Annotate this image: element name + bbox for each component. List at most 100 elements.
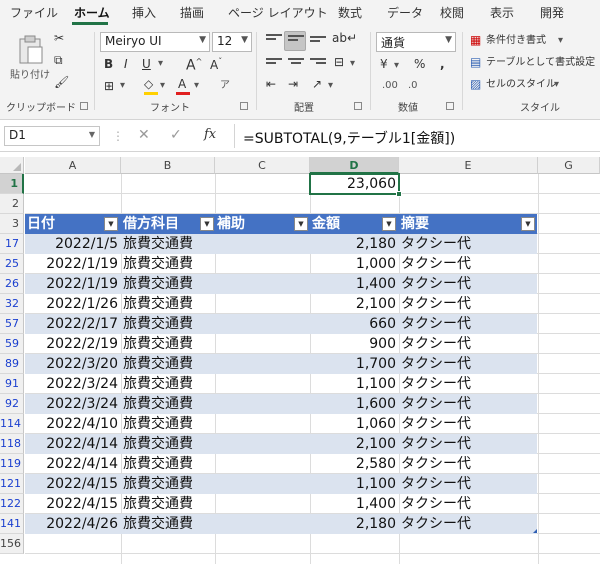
cell-account[interactable]: 旅費交通費 <box>121 294 215 314</box>
cell-sub[interactable] <box>215 234 310 254</box>
cell-styles-button[interactable]: ▨ セルのスタイル ▾ <box>470 76 598 94</box>
cell-account[interactable]: 旅費交通費 <box>121 434 215 454</box>
filter-dropdown-icon[interactable]: ▼ <box>382 217 396 231</box>
merge-icon[interactable]: ⊟ <box>334 54 344 70</box>
cell-description[interactable]: タクシー代 <box>399 434 537 454</box>
cell-sub[interactable] <box>215 374 310 394</box>
cell-date[interactable]: 2022/3/24 <box>25 374 121 394</box>
cell-amount[interactable]: 2,100 <box>310 434 399 454</box>
menu-page-layout[interactable]: ページ レイアウト <box>228 4 328 21</box>
fill-color-icon[interactable]: ◇ <box>144 76 153 92</box>
cell-description[interactable]: タクシー代 <box>399 334 537 354</box>
filter-dropdown-icon[interactable]: ▼ <box>294 217 308 231</box>
cell-amount[interactable]: 1,000 <box>310 254 399 274</box>
cell-amount[interactable]: 1,060 <box>310 414 399 434</box>
top-align-icon[interactable] <box>266 34 282 46</box>
copy-icon[interactable]: ⧉ <box>54 52 63 68</box>
cell-description[interactable]: タクシー代 <box>399 314 537 334</box>
row-header[interactable]: 2 <box>0 194 24 214</box>
cell-account[interactable]: 旅費交通費 <box>121 334 215 354</box>
row-header[interactable]: 3 <box>0 214 24 234</box>
font-color-icon[interactable]: A <box>178 76 186 92</box>
row-header[interactable]: 57 <box>0 314 24 334</box>
bottom-align-icon[interactable] <box>310 36 326 48</box>
cell-sub[interactable] <box>215 394 310 414</box>
font-name-dropdown[interactable]: Meiryo UI ▼ <box>100 32 210 52</box>
cell-sub[interactable] <box>215 254 310 274</box>
cell-sub[interactable] <box>215 494 310 514</box>
cell-account[interactable]: 旅費交通費 <box>121 254 215 274</box>
cell-amount[interactable]: 2,180 <box>310 234 399 254</box>
cell-account[interactable]: 旅費交通費 <box>121 234 215 254</box>
cell-date[interactable]: 2022/2/17 <box>25 314 121 334</box>
cell-description[interactable]: タクシー代 <box>399 254 537 274</box>
decrease-font-icon[interactable]: Aˇ <box>210 54 222 73</box>
middle-align-icon[interactable] <box>288 35 304 47</box>
cell-date[interactable]: 2022/1/5 <box>25 234 121 254</box>
align-right-icon[interactable] <box>310 58 326 70</box>
format-painter-icon[interactable]: 🖌 <box>54 74 69 90</box>
cell-description[interactable]: タクシー代 <box>399 494 537 514</box>
comma-style-icon[interactable]: , <box>440 56 445 72</box>
row-header[interactable]: 92 <box>0 394 24 414</box>
font-size-dropdown[interactable]: 12 ▼ <box>212 32 252 52</box>
row-header[interactable]: 26 <box>0 274 24 294</box>
cell-sub[interactable] <box>215 294 310 314</box>
menu-insert[interactable]: 挿入 <box>132 4 156 21</box>
alignment-launcher-icon[interactable] <box>354 102 362 110</box>
cell-amount[interactable]: 1,100 <box>310 474 399 494</box>
cell-sub[interactable] <box>215 514 310 534</box>
increase-indent-icon[interactable]: ⇥ <box>288 76 298 92</box>
orientation-icon[interactable]: ↗ <box>312 76 322 92</box>
cell-description[interactable]: タクシー代 <box>399 354 537 374</box>
row-header[interactable]: 32 <box>0 294 24 314</box>
cell-sub[interactable] <box>215 474 310 494</box>
cell-date[interactable]: 2022/4/10 <box>25 414 121 434</box>
cell-sub[interactable] <box>215 334 310 354</box>
filter-dropdown-icon[interactable]: ▼ <box>200 217 214 231</box>
cell-account[interactable]: 旅費交通費 <box>121 474 215 494</box>
cell-account[interactable]: 旅費交通費 <box>121 354 215 374</box>
cell-description[interactable]: タクシー代 <box>399 414 537 434</box>
align-center-icon[interactable] <box>288 58 304 70</box>
menu-home[interactable]: ホーム <box>74 4 110 21</box>
number-format-dropdown[interactable]: 通貨 ▼ <box>376 32 456 52</box>
filter-applied-icon[interactable]: ▼ <box>104 217 118 231</box>
cell-description[interactable]: タクシー代 <box>399 394 537 414</box>
cell-account[interactable]: 旅費交通費 <box>121 374 215 394</box>
cell-amount[interactable]: 1,400 <box>310 494 399 514</box>
cut-icon[interactable]: ✂ <box>54 30 64 46</box>
cell-amount[interactable]: 900 <box>310 334 399 354</box>
chevron-down-icon[interactable]: ▾ <box>158 56 163 72</box>
row-header[interactable]: 118 <box>0 434 24 454</box>
fill-handle[interactable] <box>396 191 402 197</box>
underline-button[interactable]: U <box>142 56 151 72</box>
cell-date[interactable]: 2022/1/19 <box>25 274 121 294</box>
cell-date[interactable]: 2022/3/24 <box>25 394 121 414</box>
chevron-down-icon[interactable]: ▾ <box>394 58 399 74</box>
cell-amount[interactable]: 2,580 <box>310 454 399 474</box>
column-header-b[interactable]: B <box>121 157 215 174</box>
chevron-down-icon[interactable]: ▾ <box>120 78 125 94</box>
row-header[interactable]: 59 <box>0 334 24 354</box>
chevron-down-icon[interactable]: ▾ <box>160 78 165 94</box>
column-header-g[interactable]: G <box>538 157 600 174</box>
cell-sub[interactable] <box>215 354 310 374</box>
paste-button[interactable]: 貼り付け <box>8 32 50 92</box>
cell-date[interactable]: 2022/4/15 <box>25 474 121 494</box>
formula-input[interactable]: =SUBTOTAL(9,テーブル1[金額]) <box>234 124 598 148</box>
menu-developer[interactable]: 開発 <box>540 4 564 21</box>
number-launcher-icon[interactable] <box>446 102 454 110</box>
row-header[interactable]: 1 <box>0 174 24 194</box>
insert-function-button[interactable]: fx <box>204 127 216 142</box>
cell-amount[interactable]: 1,600 <box>310 394 399 414</box>
cell-sub[interactable] <box>215 454 310 474</box>
row-header[interactable]: 122 <box>0 494 24 514</box>
cell-description[interactable]: タクシー代 <box>399 294 537 314</box>
accounting-format-icon[interactable]: ¥ <box>380 56 388 72</box>
cell-account[interactable]: 旅費交通費 <box>121 494 215 514</box>
align-left-icon[interactable] <box>266 58 282 70</box>
cell-description[interactable]: タクシー代 <box>399 374 537 394</box>
wrap-text-icon[interactable]: ab↵ <box>332 30 357 46</box>
decrease-decimal-icon[interactable]: .0 <box>408 78 418 94</box>
